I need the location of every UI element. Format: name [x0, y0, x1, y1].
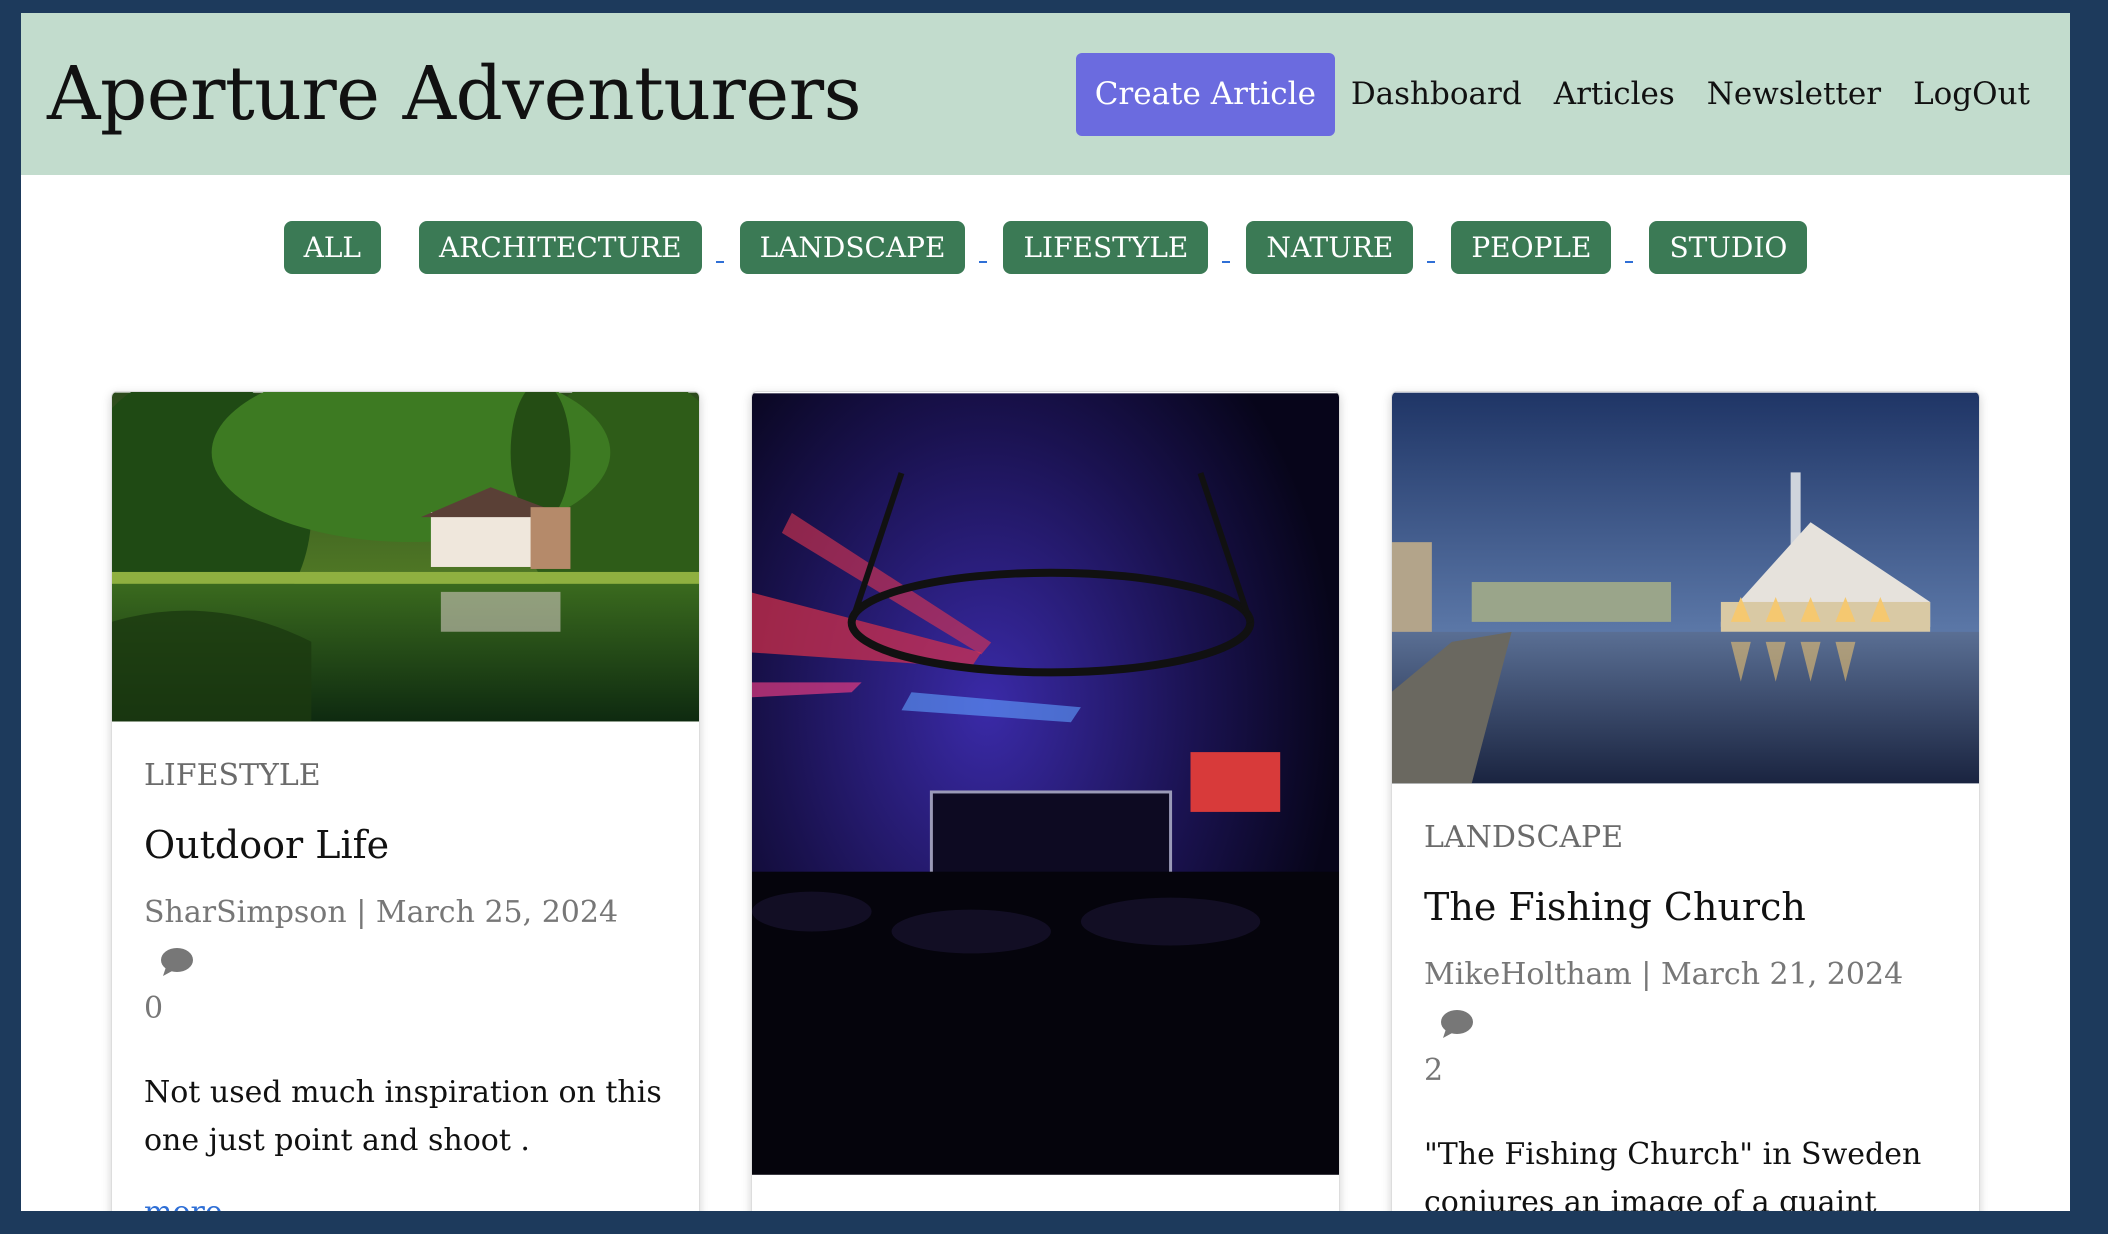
article-card[interactable] — [751, 391, 1340, 1211]
article-title[interactable]: The Fishing Church — [1424, 885, 1947, 929]
main-nav: Create Article Dashboard Articles Newsle… — [1075, 52, 2030, 136]
article-card[interactable]: LIFESTYLE Outdoor Life SharSimpson | Mar… — [111, 391, 700, 1211]
category-filter-bar: ALL ARCHITECTURE LANDSCAPE LIFESTYLE NAT… — [21, 221, 2070, 274]
filter-separator — [1208, 260, 1246, 263]
article-meta: MikeHoltham | March 21, 2024 2 — [1424, 951, 1947, 1095]
filter-studio-button[interactable]: STUDIO — [1649, 221, 1808, 274]
nav-link-newsletter[interactable]: Newsletter — [1707, 76, 1881, 112]
filter-separator — [1413, 260, 1451, 263]
filter-architecture-button[interactable]: ARCHITECTURE — [419, 221, 702, 274]
comment-count: 2 — [1424, 1053, 1444, 1088]
article-meta: SharSimpson | March 25, 2024 0 — [144, 889, 667, 1033]
filter-nature-button[interactable]: NATURE — [1246, 221, 1414, 274]
article-excerpt: "The Fishing Church" in Sweden conjures … — [1424, 1137, 1922, 1211]
filter-separator — [381, 261, 419, 263]
article-category[interactable]: LANDSCAPE — [1424, 820, 1947, 855]
comment-icon — [1441, 1010, 1473, 1038]
article-card[interactable]: LANDSCAPE The Fishing Church MikeHoltham… — [1391, 391, 1980, 1211]
article-category[interactable]: LIFESTYLE — [144, 758, 667, 793]
article-grid: LIFESTYLE Outdoor Life SharSimpson | Mar… — [111, 391, 1980, 1211]
article-excerpt: Not used much inspiration on this one ju… — [144, 1075, 662, 1158]
filter-landscape-button[interactable]: LANDSCAPE — [739, 221, 966, 274]
nav-link-dashboard[interactable]: Dashboard — [1351, 76, 1522, 112]
nav-link-articles[interactable]: Articles — [1554, 76, 1675, 112]
create-article-button[interactable]: Create Article — [1075, 52, 1335, 136]
filter-all-button[interactable]: ALL — [283, 221, 382, 274]
nav-link-logout[interactable]: LogOut — [1913, 76, 2030, 112]
comment-count: 0 — [144, 991, 164, 1026]
filter-separator — [1611, 260, 1649, 263]
article-image-boxing-arena[interactable] — [752, 392, 1339, 1176]
article-image-fishing-church[interactable] — [1392, 392, 1979, 784]
article-author-date: MikeHoltham | March 21, 2024 — [1424, 957, 1904, 992]
site-title[interactable]: Aperture Adventurers — [47, 51, 862, 137]
app-window: Aperture Adventurers Create Article Dash… — [21, 13, 2070, 1211]
comment-icon — [161, 948, 193, 976]
filter-people-button[interactable]: PEOPLE — [1451, 221, 1612, 274]
article-title[interactable]: Outdoor Life — [144, 823, 667, 867]
article-author-date: SharSimpson | March 25, 2024 — [144, 895, 619, 930]
read-more-link[interactable]: more.... — [144, 1195, 667, 1211]
filter-separator — [702, 260, 740, 263]
article-image-house-lake[interactable] — [112, 392, 699, 722]
site-header: Aperture Adventurers Create Article Dash… — [21, 13, 2070, 175]
filter-separator — [965, 260, 1003, 263]
filter-lifestyle-button[interactable]: LIFESTYLE — [1003, 221, 1209, 274]
